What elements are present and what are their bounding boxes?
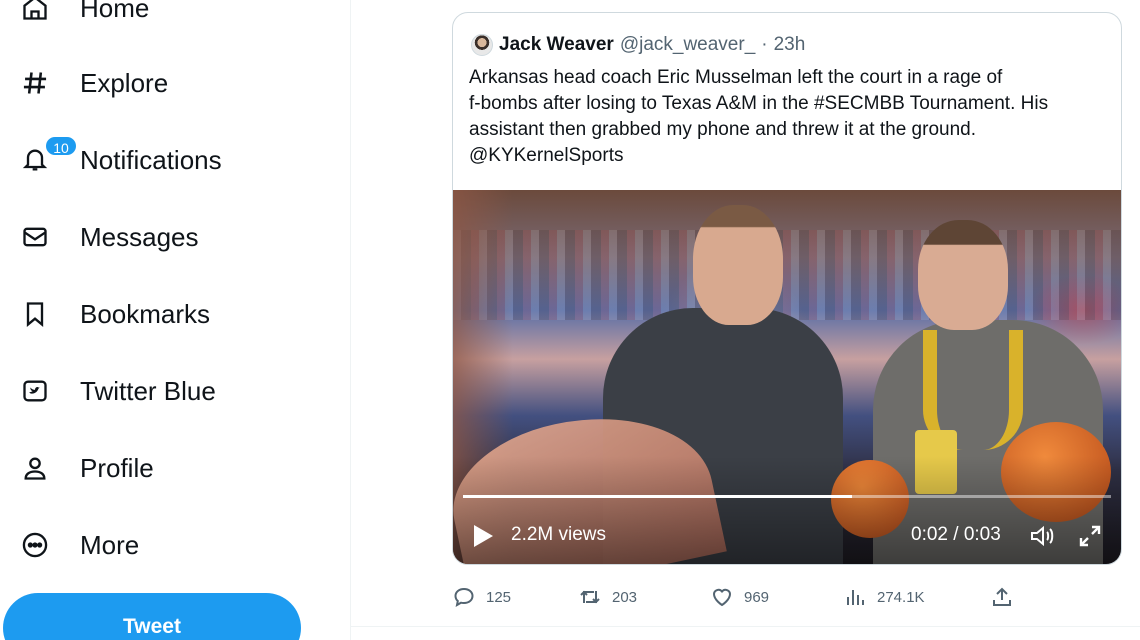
sidebar-divider (350, 0, 351, 640)
quoted-tweet-card[interactable]: Jack Weaver @jack_weaver_ · 23h Arkansas… (452, 12, 1122, 565)
video-controls-shade (453, 456, 1121, 564)
sidebar-item-bookmarks[interactable]: Bookmarks (0, 284, 320, 344)
sidebar-item-label: Twitter Blue (80, 375, 216, 406)
avatar[interactable] (471, 34, 493, 56)
video-player[interactable]: 2.2M views 0:02 / 0:03 (453, 190, 1121, 564)
view-count: 274.1K (877, 588, 925, 606)
fullscreen-icon[interactable] (1077, 523, 1103, 549)
sidebar-item-label: Notifications (80, 144, 222, 175)
sidebar-item-profile[interactable]: Profile (0, 438, 320, 498)
retweet-icon (580, 590, 600, 604)
sidebar-item-label: Profile (80, 452, 154, 483)
separator-dot: · (761, 34, 768, 55)
bell-icon: 10 (20, 135, 78, 175)
sidebar-item-label: Explore (80, 67, 169, 98)
reply-button[interactable]: 125 (452, 584, 511, 610)
envelope-icon (20, 222, 50, 252)
sidebar-item-twitter-blue[interactable]: Twitter Blue (0, 361, 320, 421)
share-icon (993, 587, 1011, 606)
video-frame-crowd (453, 230, 1121, 320)
quoted-tweet-text: Arkansas head coach Eric Musselman left … (469, 65, 1109, 169)
analytics-icon (847, 590, 864, 605)
twitter-blue-icon (20, 376, 50, 406)
sidebar-item-label: Bookmarks (80, 298, 211, 329)
like-count: 969 (744, 588, 770, 606)
video-frame-figure (918, 220, 1008, 330)
tweet-text-line: @KYKernelSports (469, 145, 624, 166)
video-progress-fill (463, 495, 852, 498)
sidebar-item-label: More (80, 529, 140, 560)
tweet-text-line: f-bombs after losing to Texas A&M in the… (469, 93, 1049, 114)
video-progress-bar[interactable] (463, 495, 1111, 498)
tweet-text-line: assistant then grabbed my phone and thre… (469, 119, 976, 140)
retweet-count: 203 (612, 588, 638, 606)
sidebar-item-messages[interactable]: Messages (0, 207, 320, 267)
sidebar-item-notifications[interactable]: 10 Notifications (0, 130, 320, 190)
bookmark-icon (20, 299, 50, 329)
tweet-button[interactable]: Tweet (3, 593, 301, 640)
video-time: 0:02 / 0:03 (911, 524, 1001, 545)
volume-icon[interactable] (1029, 523, 1055, 549)
sidebar-item-home[interactable]: Home (0, 0, 320, 38)
sidebar-nav: Home Explore 10 Notifications Messages B… (0, 0, 350, 640)
person-icon (20, 453, 50, 483)
timestamp[interactable]: 23h (774, 34, 806, 56)
video-view-count: 2.2M views (511, 524, 607, 545)
like-button[interactable]: 969 (710, 584, 769, 610)
video-frame-figure (693, 205, 783, 325)
reply-icon (454, 587, 474, 607)
quoted-tweet-header: Jack Weaver @jack_weaver_ · 23h (471, 33, 805, 57)
retweet-button[interactable]: 203 (578, 584, 637, 610)
hashtag-icon (20, 68, 50, 98)
views-button[interactable]: 274.1K (843, 584, 925, 610)
author-name[interactable]: Jack Weaver (499, 34, 614, 56)
sidebar-item-label: Messages (80, 221, 199, 252)
notification-count-badge: 10 (44, 135, 78, 157)
home-icon (20, 0, 50, 23)
play-icon[interactable] (471, 523, 495, 549)
sidebar-item-label: Home (80, 0, 150, 23)
sidebar-item-more[interactable]: More (0, 515, 320, 575)
author-handle[interactable]: @jack_weaver_ (620, 34, 755, 56)
heart-icon (712, 588, 732, 607)
share-button[interactable] (990, 584, 1014, 610)
tweet-text-line: Arkansas head coach Eric Musselman left … (469, 67, 1003, 88)
tweet-divider (351, 626, 1140, 627)
reply-count: 125 (486, 588, 512, 606)
more-circle-icon (20, 530, 50, 560)
sidebar-item-explore[interactable]: Explore (0, 53, 320, 113)
